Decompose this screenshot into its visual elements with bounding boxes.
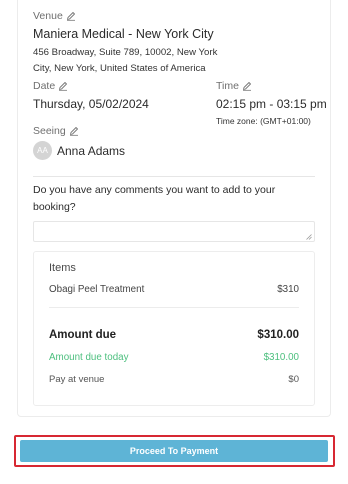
- seeing-label: Seeing: [33, 125, 66, 137]
- time-label: Time: [216, 80, 239, 92]
- pencil-icon[interactable]: [58, 81, 68, 91]
- timezone-note: Time zone: (GMT+01:00): [216, 116, 311, 126]
- venue-label: Venue: [33, 10, 63, 22]
- amount-due-value: $310.00: [257, 329, 299, 341]
- pencil-icon[interactable]: [242, 81, 252, 91]
- pay-at-venue-value: $0: [288, 374, 299, 385]
- item-name: Obagi Peel Treatment: [49, 284, 145, 295]
- staff-name: Anna Adams: [57, 143, 126, 158]
- pay-at-venue-label: Pay at venue: [49, 374, 105, 385]
- item-price: $310: [277, 284, 299, 295]
- venue-address: 456 Broadway, Suite 789, 10002, New York…: [33, 47, 218, 74]
- amount-due-row: Amount due $310.00: [49, 329, 299, 341]
- items-header: Items: [49, 262, 76, 274]
- seeing-label-row: Seeing: [33, 125, 125, 137]
- resize-grip-icon[interactable]: [306, 234, 312, 240]
- order-summary: Items Obagi Peel Treatment $310 Amount d…: [33, 251, 315, 406]
- venue-section: Venue Maniera Medical - New York City 45…: [33, 10, 233, 77]
- date-value: Thursday, 05/02/2024: [33, 97, 149, 111]
- pencil-icon[interactable]: [69, 126, 79, 136]
- amount-due-today-label: Amount due today: [49, 352, 129, 363]
- time-section: Time 02:15 pm - 03:15 pm Time zone: (GMT…: [216, 80, 327, 126]
- venue-label-row: Venue: [33, 10, 233, 22]
- date-label: Date: [33, 80, 56, 92]
- pencil-icon[interactable]: [66, 11, 76, 21]
- seeing-section: Seeing AA Anna Adams: [33, 125, 125, 160]
- amount-due-today-row: Amount due today $310.00: [49, 352, 299, 363]
- avatar: AA: [33, 141, 52, 160]
- time-label-row: Time: [216, 80, 327, 92]
- amount-due-today-value: $310.00: [263, 352, 299, 363]
- venue-name: Maniera Medical - New York City: [33, 27, 214, 41]
- time-value: 02:15 pm - 03:15 pm: [216, 97, 327, 111]
- section-divider: [33, 176, 315, 177]
- comments-question: Do you have any comments you want to add…: [33, 184, 276, 213]
- summary-divider: [49, 307, 299, 308]
- date-section: Date Thursday, 05/02/2024: [33, 80, 149, 111]
- comments-textarea[interactable]: [33, 221, 315, 242]
- line-item: Obagi Peel Treatment $310: [49, 284, 299, 295]
- date-label-row: Date: [33, 80, 149, 92]
- amount-due-label: Amount due: [49, 329, 117, 341]
- proceed-to-payment-button[interactable]: Proceed To Payment: [20, 440, 328, 462]
- pay-at-venue-row: Pay at venue $0: [49, 374, 299, 385]
- staff-member: AA Anna Adams: [33, 141, 125, 160]
